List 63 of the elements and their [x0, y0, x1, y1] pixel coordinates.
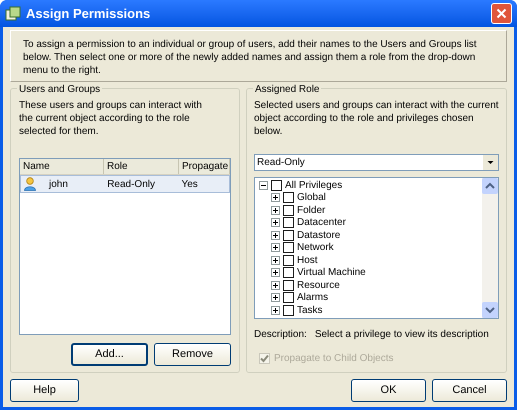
checkbox[interactable]: [283, 254, 294, 266]
tree-item[interactable]: Network: [297, 240, 334, 256]
tree-item[interactable]: Tasks: [297, 302, 323, 318]
scroll-down-icon[interactable]: [482, 302, 498, 318]
checkbox[interactable]: [283, 242, 294, 254]
tree-item[interactable]: Resource: [297, 278, 340, 293]
checkbox[interactable]: [283, 280, 294, 291]
tree-item[interactable]: Alarms: [297, 290, 328, 306]
footer-button[interactable]: OK: [351, 379, 426, 402]
tree-item[interactable]: All Privileges: [285, 178, 342, 193]
tree-item[interactable]: Folder: [297, 202, 326, 218]
description-label: Description:: [254, 328, 307, 342]
expand-icon[interactable]: [271, 193, 280, 202]
expand-icon[interactable]: [271, 243, 280, 252]
scroll-up-icon[interactable]: [482, 178, 498, 194]
close-button[interactable]: [491, 3, 512, 24]
checkmark-icon: [260, 354, 269, 363]
scrollbar[interactable]: [482, 178, 498, 318]
action-button[interactable]: Add...: [71, 343, 148, 366]
expand-icon[interactable]: [271, 293, 280, 302]
table-row[interactable]: john Read-Only Yes: [20, 175, 230, 193]
column-header[interactable]: Name: [20, 159, 104, 174]
tree-item[interactable]: Host: [297, 252, 318, 268]
checkbox[interactable]: [283, 292, 294, 304]
group-description: These users and groups can interact with the current object according to the role selected for them.: [19, 99, 203, 138]
group-title: Users and Groups: [17, 82, 102, 97]
description-text: Select a privilege to view its description: [314, 328, 489, 342]
user-icon: [24, 177, 36, 191]
close-icon: [496, 8, 507, 19]
tree-item[interactable]: Datacenter: [297, 215, 346, 230]
checkbox[interactable]: [271, 180, 282, 191]
checkbox[interactable]: [283, 304, 294, 316]
checkbox-label: Propagate to Child Objects: [274, 352, 394, 366]
action-button[interactable]: Remove: [154, 343, 231, 366]
expand-icon[interactable]: [271, 306, 280, 315]
expand-icon[interactable]: [271, 230, 280, 240]
tree-item[interactable]: Datastore: [297, 228, 340, 243]
expand-icon[interactable]: [271, 280, 280, 290]
checkbox[interactable]: [283, 230, 294, 241]
expand-icon[interactable]: [271, 268, 280, 278]
checkbox[interactable]: [283, 204, 294, 216]
expand-icon[interactable]: [271, 206, 280, 215]
footer-button[interactable]: Cancel: [432, 379, 507, 402]
intro-text: To assign a permission to an individual or group of users, add their names to the Users and Groups list below. Then select one or more of the newly added names and assign them a role from the drop-down menu to the right.: [23, 38, 478, 77]
collapse-icon[interactable]: [259, 180, 268, 190]
role-dropdown[interactable]: Read-Only: [254, 154, 499, 171]
tree-item[interactable]: Global: [297, 190, 326, 206]
group-title: Assigned Role: [253, 82, 322, 97]
checkbox[interactable]: [283, 267, 294, 278]
table-cell-text: Read-Only: [106, 178, 156, 192]
column-header[interactable]: Propagate: [179, 159, 230, 174]
window-title: Assign Permissions: [26, 4, 152, 23]
group-description: Selected users and groups can interact with the current object according to the role and privileges chosen below.: [254, 99, 499, 138]
tree-item[interactable]: Virtual Machine: [297, 265, 366, 280]
expand-icon[interactable]: [271, 256, 280, 265]
column-header[interactable]: Role: [104, 159, 179, 174]
footer-button[interactable]: Help: [10, 379, 79, 402]
checkbox[interactable]: [283, 217, 294, 228]
table-cell-text: Yes: [180, 178, 199, 192]
window-icon: [5, 6, 21, 22]
table-cell-text: john: [49, 178, 68, 192]
expand-icon[interactable]: [271, 218, 280, 228]
checkbox[interactable]: [283, 192, 294, 204]
